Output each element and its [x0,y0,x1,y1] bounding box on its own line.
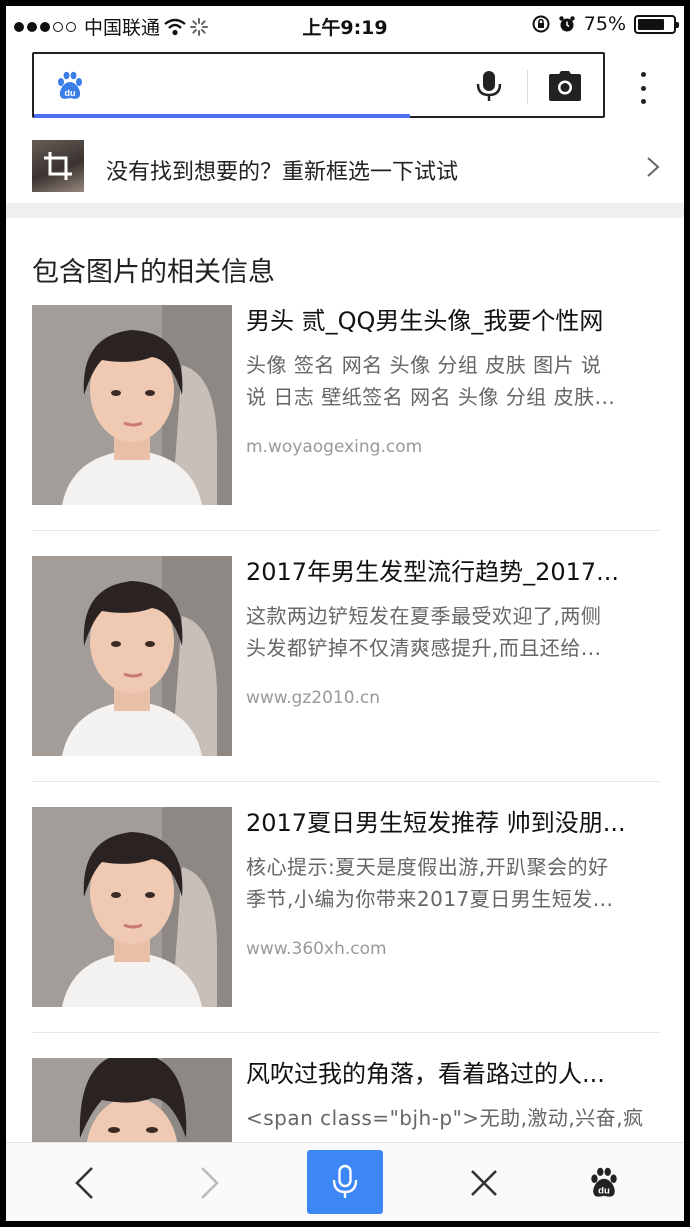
close-button[interactable] [456,1143,512,1221]
battery-percent: 75% [583,13,626,35]
result-desc-line: 头像 签名 网名 头像 分组 皮肤 图片 说 [246,353,602,377]
svg-text:du: du [598,1185,610,1196]
result-desc-line: 季节,小编为你带来2017夏日男生短发... [246,887,614,911]
result-title[interactable]: 2017夏日男生短发推荐 帅到没朋... [246,807,660,839]
status-right: 75% [532,13,679,35]
section-divider [6,203,684,218]
result-desc-line: 头发都铲掉不仅清爽感提升,而且还给... [246,636,602,660]
forward-button[interactable] [182,1143,238,1221]
more-vertical-icon[interactable] [634,68,652,108]
result-separator [32,781,660,782]
search-progress-bar [34,114,410,118]
result-separator [32,530,660,531]
arrow-left-icon [75,1166,93,1199]
baidu-paw-icon: du [591,1167,617,1196]
result-desc-line: 核心提示:夏天是度假出游,开趴聚会的好 [246,855,609,879]
result-thumbnail[interactable] [32,556,232,756]
reselect-bar[interactable]: 没有找到想要的？重新框选一下试试 [6,134,684,200]
result-thumbnail[interactable] [32,1058,232,1142]
result-description: 头像 签名 网名 头像 分组 皮肤 图片 说 说 日志 壁纸签名 网名 头像 分… [246,349,654,413]
result-title[interactable]: 2017年男生发型流行趋势_2017... [246,556,660,588]
microphone-icon[interactable] [474,70,504,102]
back-button[interactable] [56,1143,112,1221]
chevron-right-icon [647,157,660,177]
result-thumbnail[interactable] [32,305,232,505]
result-title[interactable]: 男头 贰_QQ男生头像_我要个性网 [246,305,660,337]
search-divider [527,70,528,104]
section-title: 包含图片的相关信息 [32,257,275,288]
result-desc-line: 说 日志 壁纸签名 网名 头像 分组 皮肤... [246,385,616,409]
result-item[interactable]: 男头 贰_QQ男生头像_我要个性网 头像 签名 网名 头像 分组 皮肤 图片 说… [32,305,660,505]
microphone-icon [332,1164,358,1198]
battery-level [638,18,664,30]
search-box[interactable]: du [32,52,605,118]
result-thumbnail[interactable] [32,807,232,1007]
reselect-label: 没有找到想要的？重新框选一下试试 [106,160,459,185]
result-separator [32,1032,660,1033]
query-image-thumbnail [32,140,84,192]
voice-search-button[interactable] [307,1150,383,1214]
rotation-lock-icon [532,15,550,33]
result-item[interactable]: 风吹过我的角落，看着路过的人... <span class="bjh-p">无助… [32,1058,660,1142]
result-url: m.woyaogexing.com [246,437,423,457]
result-description: <span class="bjh-p">无助,激动,兴奋,疯 [246,1102,654,1134]
result-title[interactable]: 风吹过我的角落，看着路过的人... [246,1058,660,1090]
bottom-toolbar: du [6,1142,684,1221]
svg-text:du: du [65,88,76,98]
screen: 中国联通 上午9:19 75% du 没有找到想要的？重新框选一下试试 包含图片… [6,6,684,1221]
camera-icon[interactable] [548,70,582,102]
result-description: 这款两边铲短发在夏季最受欢迎了,两侧 头发都铲掉不仅清爽感提升,而且还给... [246,600,654,664]
result-item[interactable]: 2017年男生发型流行趋势_2017... 这款两边铲短发在夏季最受欢迎了,两侧… [32,556,660,756]
baidu-paw-icon[interactable]: du [54,70,86,102]
close-icon [471,1169,497,1196]
battery-icon [634,14,679,34]
alarm-icon [559,16,575,32]
baidu-home-button[interactable]: du [576,1143,632,1221]
result-desc-line: 这款两边铲短发在夏季最受欢迎了,两侧 [246,604,602,628]
arrow-right-icon [201,1166,219,1199]
result-item[interactable]: 2017夏日男生短发推荐 帅到没朋... 核心提示:夏天是度假出游,开趴聚会的好… [32,807,660,1007]
crop-icon [32,140,84,192]
result-url: www.360xh.com [246,939,387,959]
result-description: 核心提示:夏天是度假出游,开趴聚会的好 季节,小编为你带来2017夏日男生短发.… [246,851,654,915]
search-input[interactable] [104,68,454,104]
result-url: www.gz2010.cn [246,688,381,708]
status-bar: 中国联通 上午9:19 75% [6,6,684,42]
result-desc-line: <span class="bjh-p">无助,激动,兴奋,疯 [246,1106,644,1130]
